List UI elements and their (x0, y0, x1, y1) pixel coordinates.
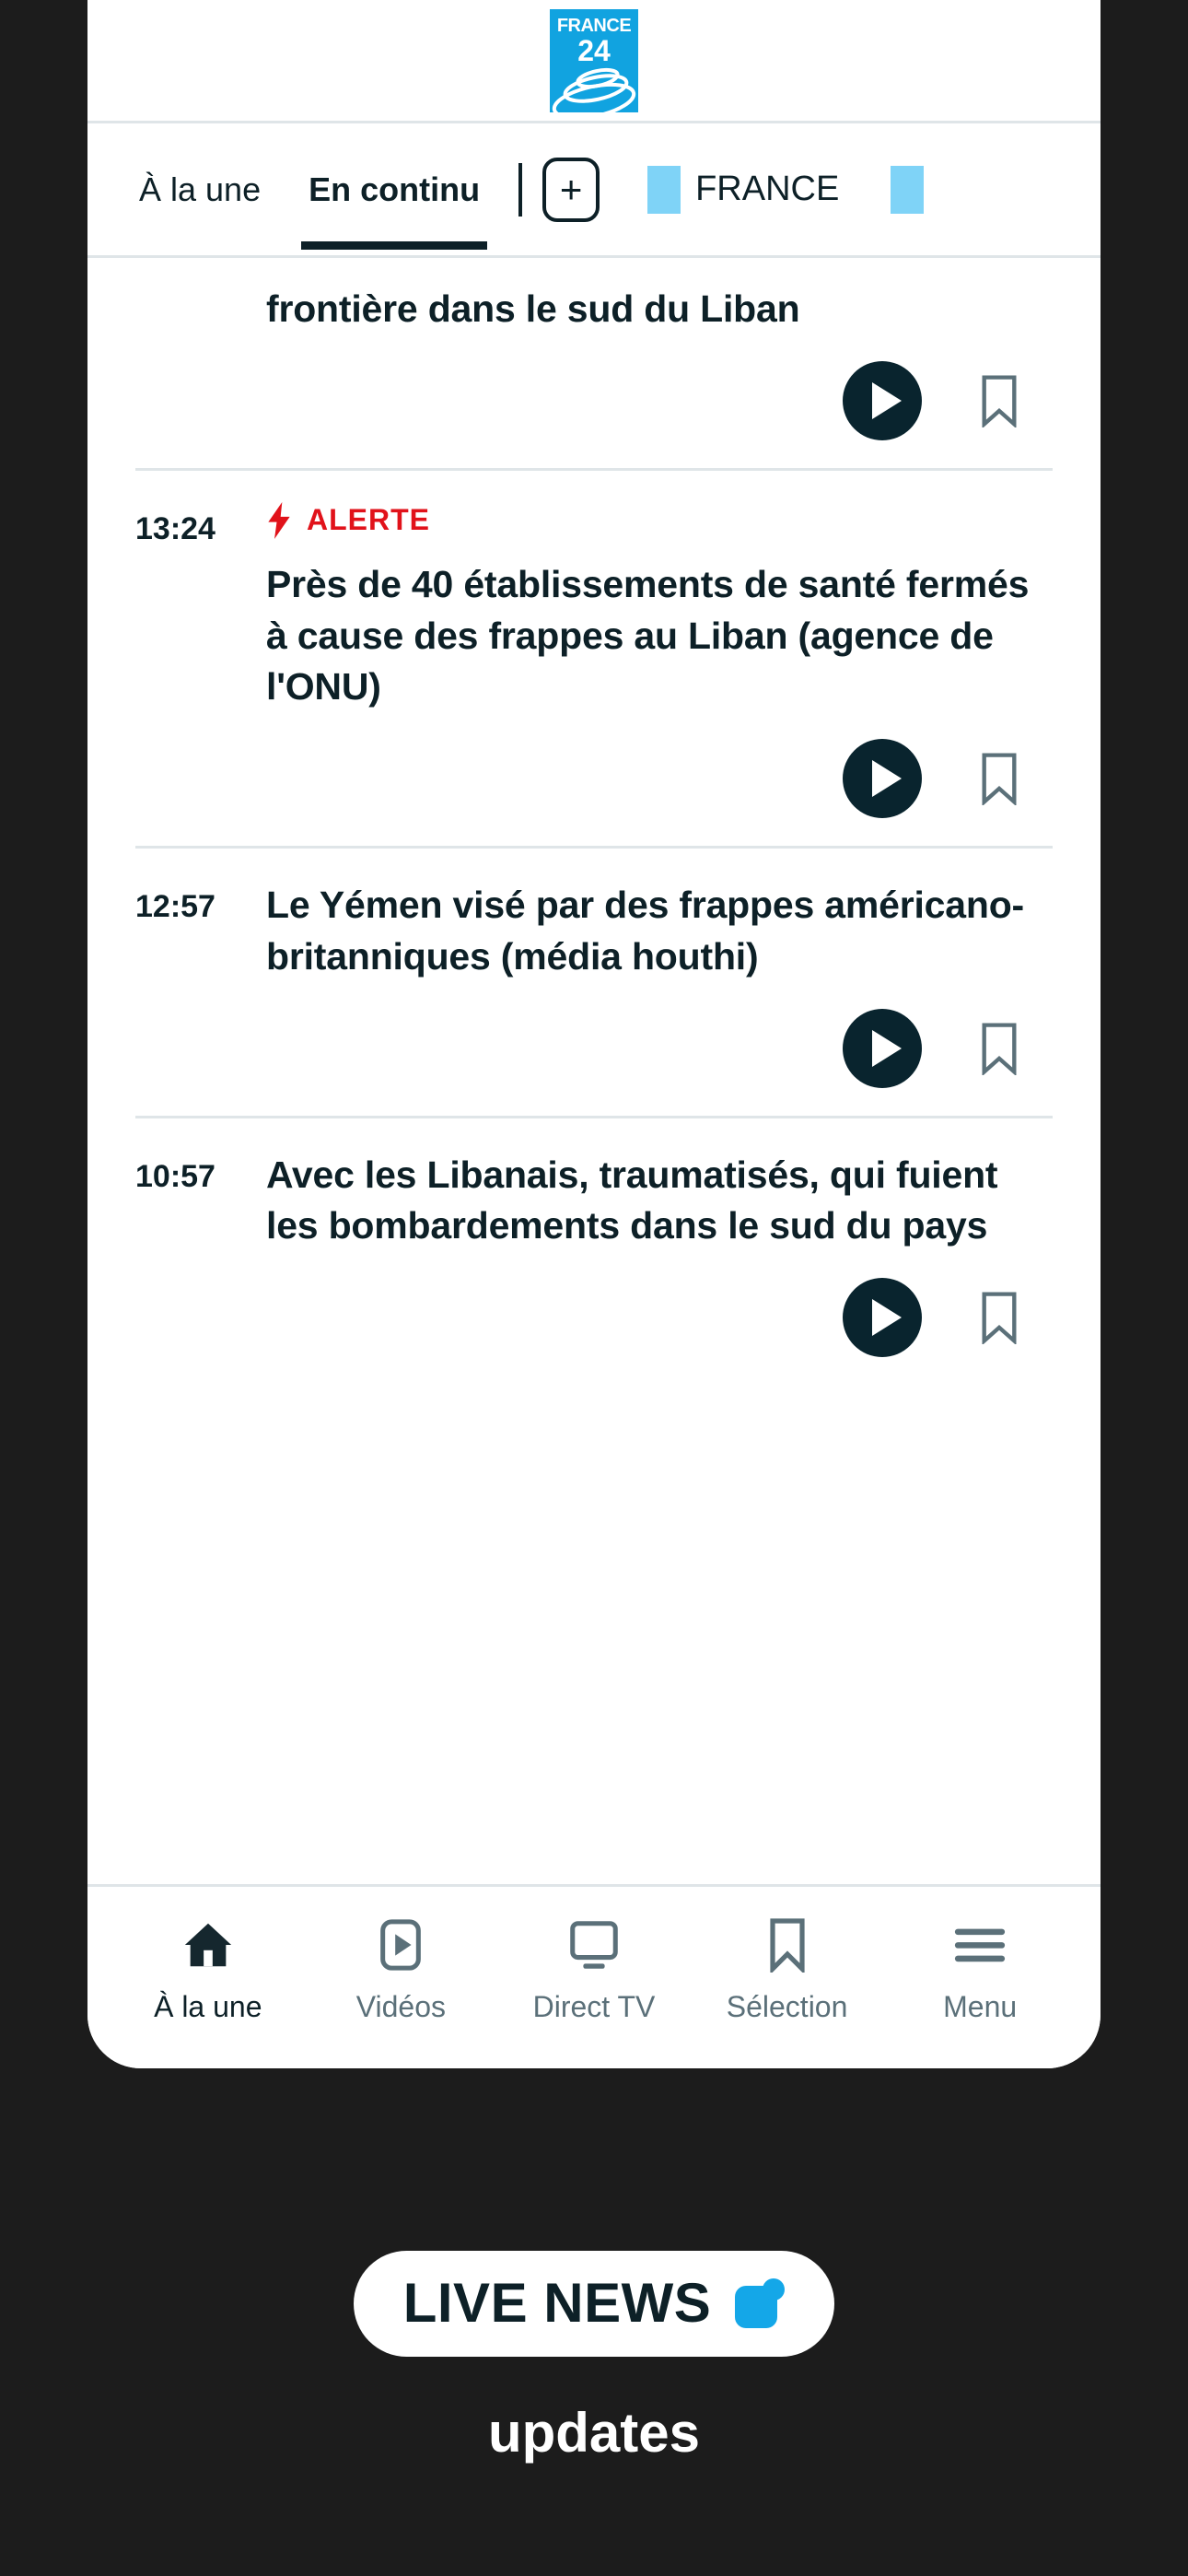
category-tabbar[interactable]: À la une En continu + FRANCE (87, 123, 1101, 258)
logo-swirl-icon (552, 67, 636, 112)
live-news-label: LIVE NEWS (402, 2272, 712, 2334)
caption-zone: LIVE NEWS updates (0, 2068, 1188, 2576)
item-actions[interactable] (135, 335, 1053, 468)
item-headline: frontière dans le sud du Liban (266, 287, 800, 330)
tv-icon (565, 1916, 623, 1973)
list-item[interactable]: frontière dans le sud du Liban (87, 258, 1101, 468)
bookmark-icon[interactable] (979, 1022, 1019, 1075)
next-chip-square-icon[interactable] (891, 165, 925, 214)
nav-label: À la une (154, 1990, 262, 2023)
list-item[interactable]: 13:24 ALERTE Près de 40 établissements d… (87, 471, 1101, 846)
item-actions[interactable] (135, 983, 1053, 1116)
live-news-pill: LIVE NEWS (353, 2251, 835, 2357)
nav-label: Menu (943, 1990, 1018, 2023)
item-headline: Avec les Libanais, traumatisés, qui fuie… (266, 1153, 998, 1247)
tab-a-la-une[interactable]: À la une (115, 123, 285, 255)
item-time: 10:57 (135, 1158, 215, 1194)
nav-label: Vidéos (355, 1990, 447, 2023)
live-news-badge-icon (735, 2277, 786, 2328)
phone-screen: FRANCE 24 À la une En continu + FRANCE f… (87, 0, 1101, 2068)
lightning-bolt-icon (268, 501, 290, 539)
tab-divider (518, 162, 523, 217)
alert-badge: ALERTE (266, 501, 1053, 539)
tab-en-continu[interactable]: En continu (285, 123, 504, 255)
bookmark-icon[interactable] (979, 752, 1019, 805)
item-actions[interactable] (135, 713, 1053, 846)
bookmark-icon[interactable] (979, 1291, 1019, 1344)
bottom-navigation[interactable]: À la une Vidéos Direct TV Sélection Menu (87, 1884, 1101, 2068)
item-actions[interactable] (135, 1252, 1053, 1385)
app-header: FRANCE 24 (87, 0, 1101, 123)
video-icon (379, 1916, 423, 1973)
country-chip-square-icon (647, 165, 681, 214)
country-chip-france[interactable]: FRANCE (647, 165, 840, 214)
nav-item-menu[interactable]: Menu (888, 1916, 1072, 2024)
hamburger-icon (951, 1916, 1008, 1973)
item-headline: Près de 40 établissements de santé fermé… (266, 562, 1030, 708)
news-feed[interactable]: frontière dans le sud du Liban 13:24 ALE… (87, 258, 1101, 1884)
add-category-button[interactable]: + (542, 157, 600, 222)
nav-item-direct-tv[interactable]: Direct TV (502, 1916, 686, 2024)
list-item[interactable]: 10:57 Avec les Libanais, traumatisés, qu… (87, 1118, 1101, 1386)
home-icon (181, 1916, 235, 1973)
bookmark-icon[interactable] (979, 374, 1019, 427)
nav-label: Direct TV (532, 1990, 656, 2023)
logo-word: FRANCE (556, 15, 632, 36)
list-item[interactable]: 12:57 Le Yémen visé par des frappes amér… (87, 849, 1101, 1116)
nav-item-videos[interactable]: Vidéos (309, 1916, 493, 2024)
updates-label: updates (487, 2402, 701, 2464)
nav-item-selection[interactable]: Sélection (695, 1916, 879, 2024)
item-time: 12:57 (135, 889, 215, 924)
play-icon[interactable] (843, 360, 922, 440)
item-time: 13:24 (135, 510, 215, 546)
country-chip-label: FRANCE (695, 170, 840, 208)
nav-label: Sélection (726, 1990, 848, 2023)
nav-item-a-la-une[interactable]: À la une (116, 1916, 300, 2024)
alert-label: ALERTE (307, 503, 430, 537)
bookmark-icon (766, 1916, 809, 1973)
item-headline: Le Yémen visé par des frappes américano-… (266, 884, 1025, 978)
logo-number: 24 (577, 33, 611, 67)
france24-logo: FRANCE 24 (550, 8, 638, 112)
play-icon[interactable] (843, 1278, 922, 1357)
play-icon[interactable] (843, 1008, 922, 1088)
item-time (135, 289, 266, 335)
play-icon[interactable] (843, 739, 922, 818)
